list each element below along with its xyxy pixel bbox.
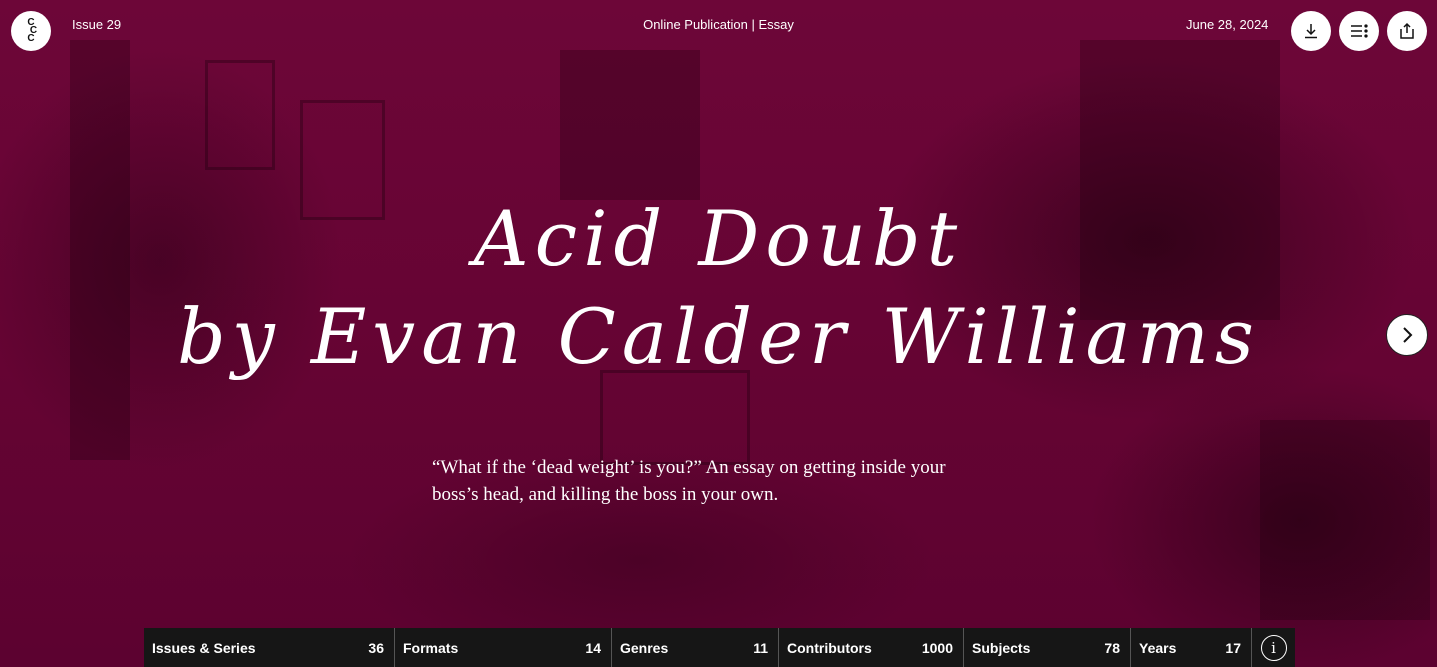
article-author[interactable]: by Evan Calder Williams [0,288,1437,386]
table-of-contents-button[interactable] [1339,11,1379,51]
filter-count: 14 [585,639,601,656]
filter-count: 1000 [921,639,953,656]
filter-years[interactable]: Years 17 [1131,628,1252,667]
article-title: Acid Doubt by Evan Calder Williams [0,190,1437,386]
background-shape [560,50,700,200]
article-title-main: Acid Doubt [473,194,964,283]
chevron-right-icon [1403,327,1413,343]
download-button[interactable] [1291,11,1331,51]
background-shape [1260,420,1430,620]
filter-contributors[interactable]: Contributors 1000 [779,628,964,667]
filter-label: Years [1139,639,1177,656]
info-icon: i [1260,634,1287,661]
share-button[interactable] [1387,11,1427,51]
filter-count: 17 [1225,639,1241,656]
download-icon [1305,24,1317,39]
filter-issues-series[interactable]: Issues & Series 36 [144,628,395,667]
filter-count: 11 [753,639,768,656]
next-article-button[interactable] [1386,314,1428,356]
background-shape [205,60,275,170]
filter-label: Formats [403,639,459,656]
info-button[interactable]: i [1252,628,1295,667]
logo-letter: C [27,33,35,44]
filter-label: Subjects [972,639,1031,656]
filter-genres[interactable]: Genres 11 [612,628,779,667]
filter-formats[interactable]: Formats 14 [395,628,612,667]
filter-count: 36 [368,639,384,656]
filter-label: Issues & Series [152,639,256,656]
filter-subjects[interactable]: Subjects 78 [964,628,1131,667]
filter-label: Contributors [787,639,872,656]
publication-date: June 28, 2024 [1186,17,1269,32]
filter-count: 78 [1104,639,1120,656]
filter-bar: Issues & Series 36 Formats 14 Genres 11 … [144,628,1295,667]
table-of-contents-icon [1351,24,1368,38]
filter-label: Genres [620,639,669,656]
article-dek: “What if the ‘dead weight’ is you?” An e… [432,457,946,505]
share-icon [1400,22,1414,39]
